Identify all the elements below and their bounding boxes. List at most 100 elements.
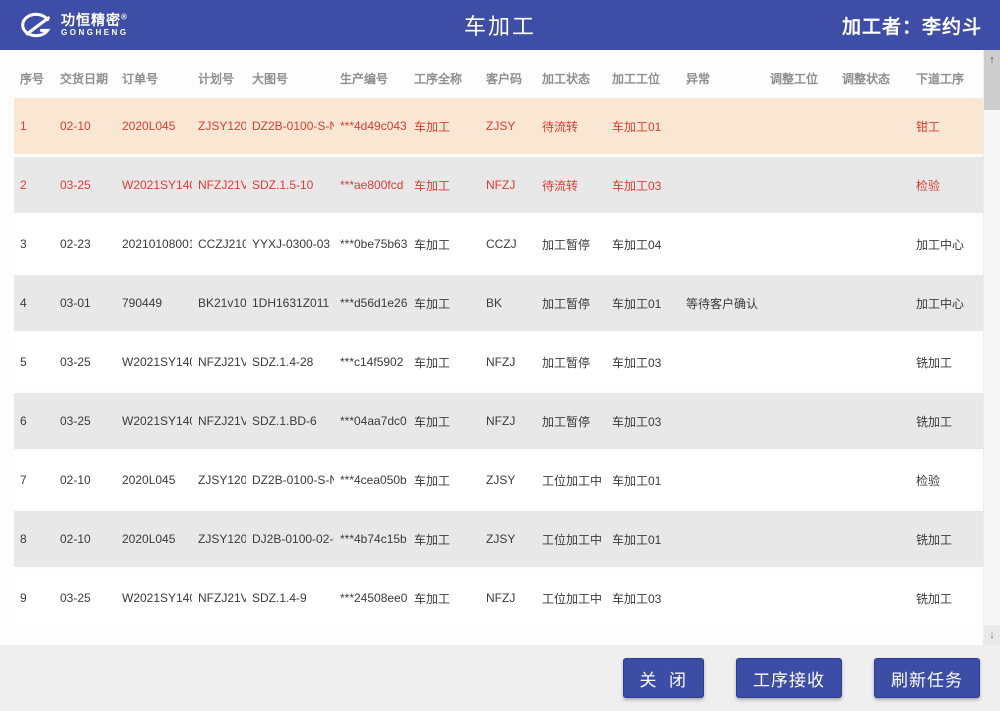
- cell-adjust_station: [764, 334, 836, 390]
- cell-adjust_station: [764, 216, 836, 272]
- cell-process_name: 车加工: [408, 393, 480, 449]
- cell-adjust_station: [764, 98, 836, 154]
- cell-abnormal: [680, 98, 764, 154]
- table-row[interactable]: 403-01790449BK21v1021DH1631Z011***d56d1e…: [14, 275, 983, 331]
- cell-process_name: 车加工: [408, 275, 480, 331]
- cell-delivery_date: 03-01: [54, 275, 116, 331]
- cell-no: 2: [14, 157, 54, 213]
- table-row[interactable]: 802-102020L045ZJSY1201DJ2B-0100-02-03***…: [14, 511, 983, 567]
- table-row[interactable]: 503-25W2021SY140NFZJ21V1SDZ.1.4-28***c14…: [14, 334, 983, 390]
- cell-production_no: ***c14f5902: [334, 334, 408, 390]
- col-customer_code: 客户码: [480, 62, 536, 95]
- logo-subtitle: GONGHENG: [61, 29, 129, 37]
- cell-no: 1: [14, 98, 54, 154]
- cell-plan_no: ZJSY1201: [192, 511, 246, 567]
- cell-order_no: 202101080011: [116, 216, 192, 272]
- table-row[interactable]: 903-25W2021SY140NFZJ21V1SDZ.1.4-9***2450…: [14, 570, 983, 626]
- cell-work_station: 车加工03: [606, 570, 680, 626]
- cell-plan_no: BK21v102: [192, 275, 246, 331]
- cell-adjust_status: [836, 216, 910, 272]
- cell-customer_code: ZJSY: [480, 511, 536, 567]
- cell-adjust_status: [836, 157, 910, 213]
- refresh-tasks-button[interactable]: 刷新任务: [874, 658, 980, 698]
- cell-production_no: ***04aa7dc0: [334, 393, 408, 449]
- cell-production_no: ***ae800fcd: [334, 157, 408, 213]
- cell-order_no: W2021SY140: [116, 157, 192, 213]
- cell-drawing_no: 1DH1631Z011: [246, 275, 334, 331]
- gongheng-logo-icon: [18, 9, 54, 41]
- cell-customer_code: NFZJ: [480, 157, 536, 213]
- cell-drawing_no: DZ2B-0100-S-N.1: [246, 452, 334, 508]
- operator-label: 加工者：李约斗: [842, 12, 982, 39]
- scroll-down-arrow-icon[interactable]: ↓: [984, 625, 1000, 645]
- table-row[interactable]: 702-102020L045ZJSY1201DZ2B-0100-S-N.1***…: [14, 452, 983, 508]
- cell-no: 8: [14, 511, 54, 567]
- cell-adjust_status: [836, 334, 910, 390]
- cell-next_process: 检验: [910, 452, 983, 508]
- task-table-zone: 序号交货日期订单号计划号大图号生产编号工序全称客户码加工状态加工工位异常调整工位…: [0, 59, 1000, 654]
- cell-process_status: 待流转: [536, 98, 606, 154]
- cell-drawing_no: DZ2B-0100-S-N-: [246, 98, 334, 154]
- cell-process_name: 车加工: [408, 98, 480, 154]
- cell-delivery_date: 02-10: [54, 452, 116, 508]
- cell-customer_code: ZJSY: [480, 98, 536, 154]
- cell-abnormal: [680, 570, 764, 626]
- cell-delivery_date: 02-23: [54, 216, 116, 272]
- cell-plan_no: CCZJ2108: [192, 216, 246, 272]
- vertical-scrollbar[interactable]: ↑ ↓: [983, 50, 1000, 645]
- cell-adjust_station: [764, 570, 836, 626]
- cell-process_status: 待流转: [536, 157, 606, 213]
- cell-process_status: 加工暂停: [536, 334, 606, 390]
- cell-delivery_date: 02-10: [54, 511, 116, 567]
- cell-next_process: 铣加工: [910, 393, 983, 449]
- close-button[interactable]: 关 闭: [623, 658, 704, 698]
- cell-drawing_no: SDZ.1.4-28: [246, 334, 334, 390]
- cell-abnormal: [680, 216, 764, 272]
- cell-delivery_date: 03-25: [54, 570, 116, 626]
- cell-adjust_status: [836, 275, 910, 331]
- app-header: 功恒精密® GONGHENG 车加工 加工者：李约斗: [0, 0, 1000, 50]
- cell-plan_no: NFZJ21V1: [192, 393, 246, 449]
- cell-process_status: 工位加工中: [536, 570, 606, 626]
- cell-abnormal: [680, 334, 764, 390]
- cell-delivery_date: 03-25: [54, 334, 116, 390]
- table-row[interactable]: 203-25W2021SY140NFZJ21V1SDZ.1.5-10***ae8…: [14, 157, 983, 213]
- col-production_no: 生产编号: [334, 62, 408, 95]
- cell-plan_no: NFZJ21V1: [192, 157, 246, 213]
- scrollbar-thumb[interactable]: [984, 70, 1000, 110]
- cell-drawing_no: SDZ.1.4-9: [246, 570, 334, 626]
- cell-delivery_date: 03-25: [54, 393, 116, 449]
- cell-work_station: 车加工01: [606, 511, 680, 567]
- cell-no: 9: [14, 570, 54, 626]
- process-accept-button[interactable]: 工序接收: [736, 658, 842, 698]
- cell-abnormal: [680, 157, 764, 213]
- col-next_process: 下道工序: [910, 62, 983, 95]
- table-row[interactable]: 302-23202101080011CCZJ2108YYXJ-0300-03**…: [14, 216, 983, 272]
- cell-plan_no: NFZJ21V1: [192, 334, 246, 390]
- cell-process_name: 车加工: [408, 452, 480, 508]
- company-logo: 功恒精密® GONGHENG: [18, 9, 129, 41]
- cell-work_station: 车加工01: [606, 452, 680, 508]
- cell-abnormal: 等待客户确认: [680, 275, 764, 331]
- cell-next_process: 铣加工: [910, 570, 983, 626]
- cell-work_station: 车加工03: [606, 157, 680, 213]
- registered-mark: ®: [121, 12, 128, 21]
- cell-next_process: 检验: [910, 157, 983, 213]
- table-row[interactable]: 603-25W2021SY140NFZJ21V1SDZ.1.BD-6***04a…: [14, 393, 983, 449]
- col-delivery_date: 交货日期: [54, 62, 116, 95]
- task-table: 序号交货日期订单号计划号大图号生产编号工序全称客户码加工状态加工工位异常调整工位…: [14, 59, 983, 629]
- cell-order_no: 790449: [116, 275, 192, 331]
- cell-process_status: 加工暂停: [536, 275, 606, 331]
- cell-process_name: 车加工: [408, 157, 480, 213]
- cell-process_status: 工位加工中: [536, 452, 606, 508]
- cell-adjust_station: [764, 511, 836, 567]
- cell-adjust_station: [764, 393, 836, 449]
- cell-adjust_status: [836, 570, 910, 626]
- cell-customer_code: NFZJ: [480, 334, 536, 390]
- table-row[interactable]: 102-102020L045ZJSY1201DZ2B-0100-S-N-***4…: [14, 98, 983, 154]
- scroll-up-arrow-icon[interactable]: ↑: [984, 50, 1000, 70]
- cell-process_name: 车加工: [408, 511, 480, 567]
- cell-adjust_status: [836, 452, 910, 508]
- cell-process_status: 工位加工中: [536, 511, 606, 567]
- logo-name: 功恒精密®: [61, 13, 129, 27]
